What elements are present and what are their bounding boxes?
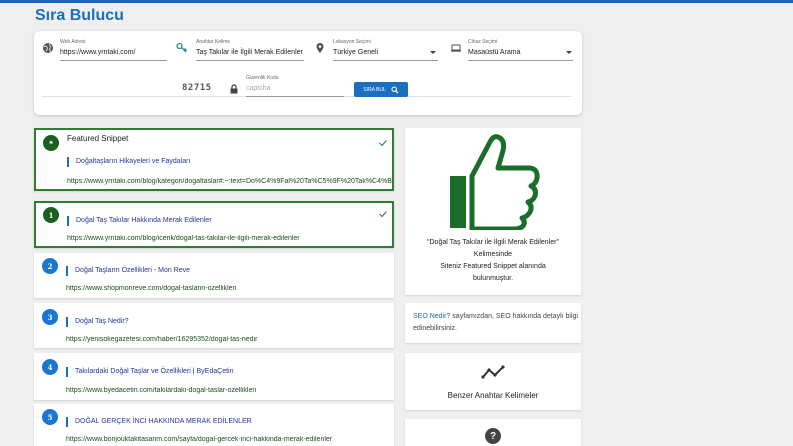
search-icon [391, 85, 399, 93]
globe-icon [43, 43, 53, 53]
status-line-3: Siteniz Featured Snippet alanında [440, 263, 546, 270]
featured-snippet-url[interactable]: https://www.yrntaki.com/blog/kategori/do… [67, 178, 392, 185]
device-label: Cihaz Seçimi [468, 39, 498, 45]
location-pin-icon [316, 43, 324, 53]
check-icon [379, 140, 387, 147]
device-value: Masaüstü Arama [468, 49, 521, 56]
captcha-input[interactable]: captcha [246, 85, 271, 92]
rank-badge: 5 [42, 409, 58, 425]
check-icon [379, 211, 387, 218]
location-value: Türkiye Geneli [333, 49, 379, 56]
result-url[interactable]: https://www.bonjouktakitasarim.com/sayfa… [66, 436, 391, 443]
result-card: 5 DOĞAL GERÇEK İNCİ HAKKINDA MERAK EDİLE… [34, 404, 394, 446]
featured-snippet-card: ❝ Featured Snippet Doğaltaşların Hikayel… [34, 128, 394, 191]
trend-line-icon [481, 365, 505, 379]
chevron-down-icon [566, 51, 572, 54]
result-card: 2 Doğal Taşların Özellikleri - Mon Reve … [34, 253, 394, 298]
rank-badge: 3 [42, 309, 58, 325]
captcha-label: Güvenlik Kodu [246, 75, 279, 81]
search-button[interactable]: SIRA BUL [354, 82, 408, 97]
search-button-label: SIRA BUL [363, 86, 386, 93]
result-title[interactable]: Doğal Taşların Özellikleri - Mon Reve [66, 266, 190, 276]
lock-icon [230, 84, 238, 94]
featured-snippet-status-card: “Doğal Taş Takılar ile İlgili Merak Edil… [405, 128, 581, 295]
featured-snippet-label: Featured Snippet [67, 134, 129, 143]
result-url[interactable]: https://www.yrntaki.com/blog/icerik/doga… [67, 235, 392, 242]
keyword-label: Anahtar Kelime [196, 39, 231, 45]
location-label: Lokasyon Seçimi [333, 39, 371, 45]
rank-badge: 1 [43, 207, 59, 223]
key-icon [176, 42, 187, 53]
laptop-icon [451, 44, 461, 52]
result-url[interactable]: https://www.shopmonreve.com/dogal-taslar… [66, 285, 391, 292]
website-label: Web Adresi [60, 39, 86, 45]
search-form-card: Web Adresi https://www.yrntaki.com/ Anah… [34, 31, 582, 115]
rank-badge: 2 [42, 258, 58, 274]
result-title[interactable]: DOĞAL GERÇEK İNCİ HAKKINDA MERAK EDİLENL… [66, 417, 252, 427]
result-title[interactable]: Takılardaki Doğal Taşlar ve Özellikleri … [66, 367, 233, 377]
result-title[interactable]: Doğal Taş Takılar Hakkında Merak Edilenl… [67, 216, 212, 226]
status-line-2: Kelimesinde [473, 251, 513, 258]
similar-keywords-card[interactable]: Benzer Anahtar Kelimeler [405, 353, 581, 410]
seo-info-card: SEO Nedir? sayfamızdan, SEO hakkında det… [405, 303, 581, 343]
result-title[interactable]: Doğal Taş Nedir? [66, 317, 129, 327]
status-line-1: “Doğal Taş Takılar ile İlgili Merak Edil… [427, 239, 559, 246]
page-title: Sıra Bulucu [35, 7, 124, 24]
chevron-down-icon [430, 51, 436, 54]
result-url[interactable]: https://yenisokegazetesi.com/haber/16295… [66, 336, 391, 343]
similar-keywords-label: Benzer Anahtar Kelimeler [447, 391, 539, 400]
top-accent-bar [0, 0, 793, 3]
help-card[interactable]: ? [405, 419, 581, 446]
result-card: 4 Takılardaki Doğal Taşlar ve Özellikler… [34, 353, 394, 400]
website-input[interactable]: https://www.yrntaki.com/ [60, 49, 135, 56]
result-card: 1 Doğal Taş Takılar Hakkında Merak Edile… [34, 201, 394, 248]
quote-icon: ❝ [43, 135, 59, 151]
captcha-image: 82715 [182, 83, 212, 93]
seo-info-text: SEO Nedir? sayfamızdan, SEO hakkında det… [413, 311, 578, 335]
result-url[interactable]: https://www.byedacetin.com/takilardaki-d… [66, 387, 391, 394]
featured-snippet-title[interactable]: Doğaltaşların Hikayeleri ve Faydaları [67, 157, 190, 167]
status-line-4: bulunmuştur. [472, 275, 514, 282]
seo-link[interactable]: SEO Nedir? [413, 313, 450, 320]
result-card: 3 Doğal Taş Nedir? https://yenisokegazet… [34, 303, 394, 348]
question-icon: ? [485, 428, 501, 444]
keyword-input[interactable]: Taş Takılar ile İlgili Merak Edilenler [196, 49, 303, 56]
rank-badge: 4 [42, 359, 58, 375]
thumbs-up-icon [450, 134, 540, 230]
